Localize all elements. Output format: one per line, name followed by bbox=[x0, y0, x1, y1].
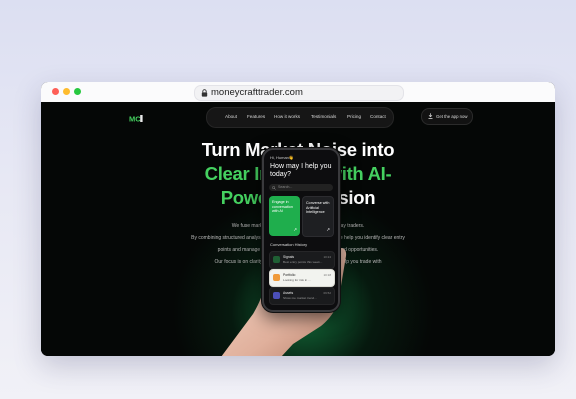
get-app-button[interactable]: Get the app now bbox=[421, 108, 473, 125]
chat-icon bbox=[273, 274, 280, 281]
download-icon bbox=[428, 113, 433, 119]
nav-contact[interactable]: Contact bbox=[370, 114, 386, 119]
nav-about[interactable]: About bbox=[225, 114, 237, 119]
arrow-up-right-icon: ↗ bbox=[326, 227, 330, 232]
website-viewport: MC About Features How it works Testimoni… bbox=[41, 102, 555, 356]
minimize-window-button[interactable] bbox=[63, 88, 70, 95]
chat-icon bbox=[273, 292, 280, 299]
history-item[interactable]: Assets Show me market trend... 09:52 bbox=[269, 287, 335, 305]
search-placeholder: Search... bbox=[278, 185, 293, 189]
history-title: Portfolio bbox=[283, 273, 296, 277]
phone-mockup: Hi, Human👋 How may I help you today? Sea… bbox=[262, 148, 340, 312]
address-bar[interactable]: moneycrafttrader.com bbox=[194, 85, 404, 101]
nav-testimonials[interactable]: Testimonials bbox=[311, 114, 336, 119]
history-item[interactable]: Portfolio Looking for risk in ... 10:18 bbox=[269, 269, 335, 287]
history-snippet: Looking for risk in ... bbox=[283, 278, 311, 282]
mc-logo-icon: MC bbox=[129, 115, 143, 124]
lock-icon bbox=[201, 89, 208, 97]
top-navigation: About Features How it works Testimonials… bbox=[206, 107, 394, 128]
converse-ai-card[interactable]: Converse with Artificial Intelligence ↗ bbox=[302, 196, 334, 237]
card-label: Converse with Artificial Intelligence bbox=[306, 201, 330, 215]
history-title: Assets bbox=[283, 291, 294, 295]
browser-window: moneycrafttrader.com MC About Features H… bbox=[41, 82, 555, 356]
arrow-up-right-icon: ↗ bbox=[293, 227, 297, 232]
history-snippet: Show me market trend... bbox=[283, 296, 317, 300]
nav-features[interactable]: Features bbox=[247, 114, 265, 119]
nav-how-it-works[interactable]: How it works bbox=[274, 114, 300, 119]
history-snippet: Best entry points this week... bbox=[283, 260, 323, 264]
assistant-question: How may I help you today? bbox=[270, 163, 332, 178]
greeting-text: Hi, Human👋 bbox=[270, 155, 294, 160]
browser-toolbar: moneycrafttrader.com bbox=[41, 82, 555, 103]
search-icon bbox=[272, 185, 276, 190]
nav-pricing[interactable]: Pricing bbox=[347, 114, 361, 119]
engage-conversation-card[interactable]: Engage in conversation with AI ↗ bbox=[269, 196, 300, 236]
history-time: 09:52 bbox=[323, 291, 331, 295]
history-item[interactable]: Signals Best entry points this week... 1… bbox=[269, 251, 335, 269]
maximize-window-button[interactable] bbox=[74, 88, 81, 95]
chat-icon bbox=[273, 256, 280, 263]
history-time: 10:18 bbox=[323, 273, 331, 277]
phone-search-input[interactable]: Search... bbox=[269, 184, 333, 191]
get-app-label: Get the app now bbox=[436, 113, 468, 119]
history-title: Signals bbox=[283, 255, 295, 259]
site-logo[interactable]: MC bbox=[129, 110, 143, 124]
url-text: moneycrafttrader.com bbox=[211, 87, 303, 98]
history-heading: Conversation History bbox=[270, 242, 308, 247]
card-label: Engage in conversation with AI bbox=[272, 200, 293, 214]
history-time: 10:24 bbox=[323, 255, 331, 259]
close-window-button[interactable] bbox=[52, 88, 59, 95]
svg-text:MC: MC bbox=[129, 115, 141, 124]
hero-line-2-accent: AI- bbox=[367, 163, 392, 184]
